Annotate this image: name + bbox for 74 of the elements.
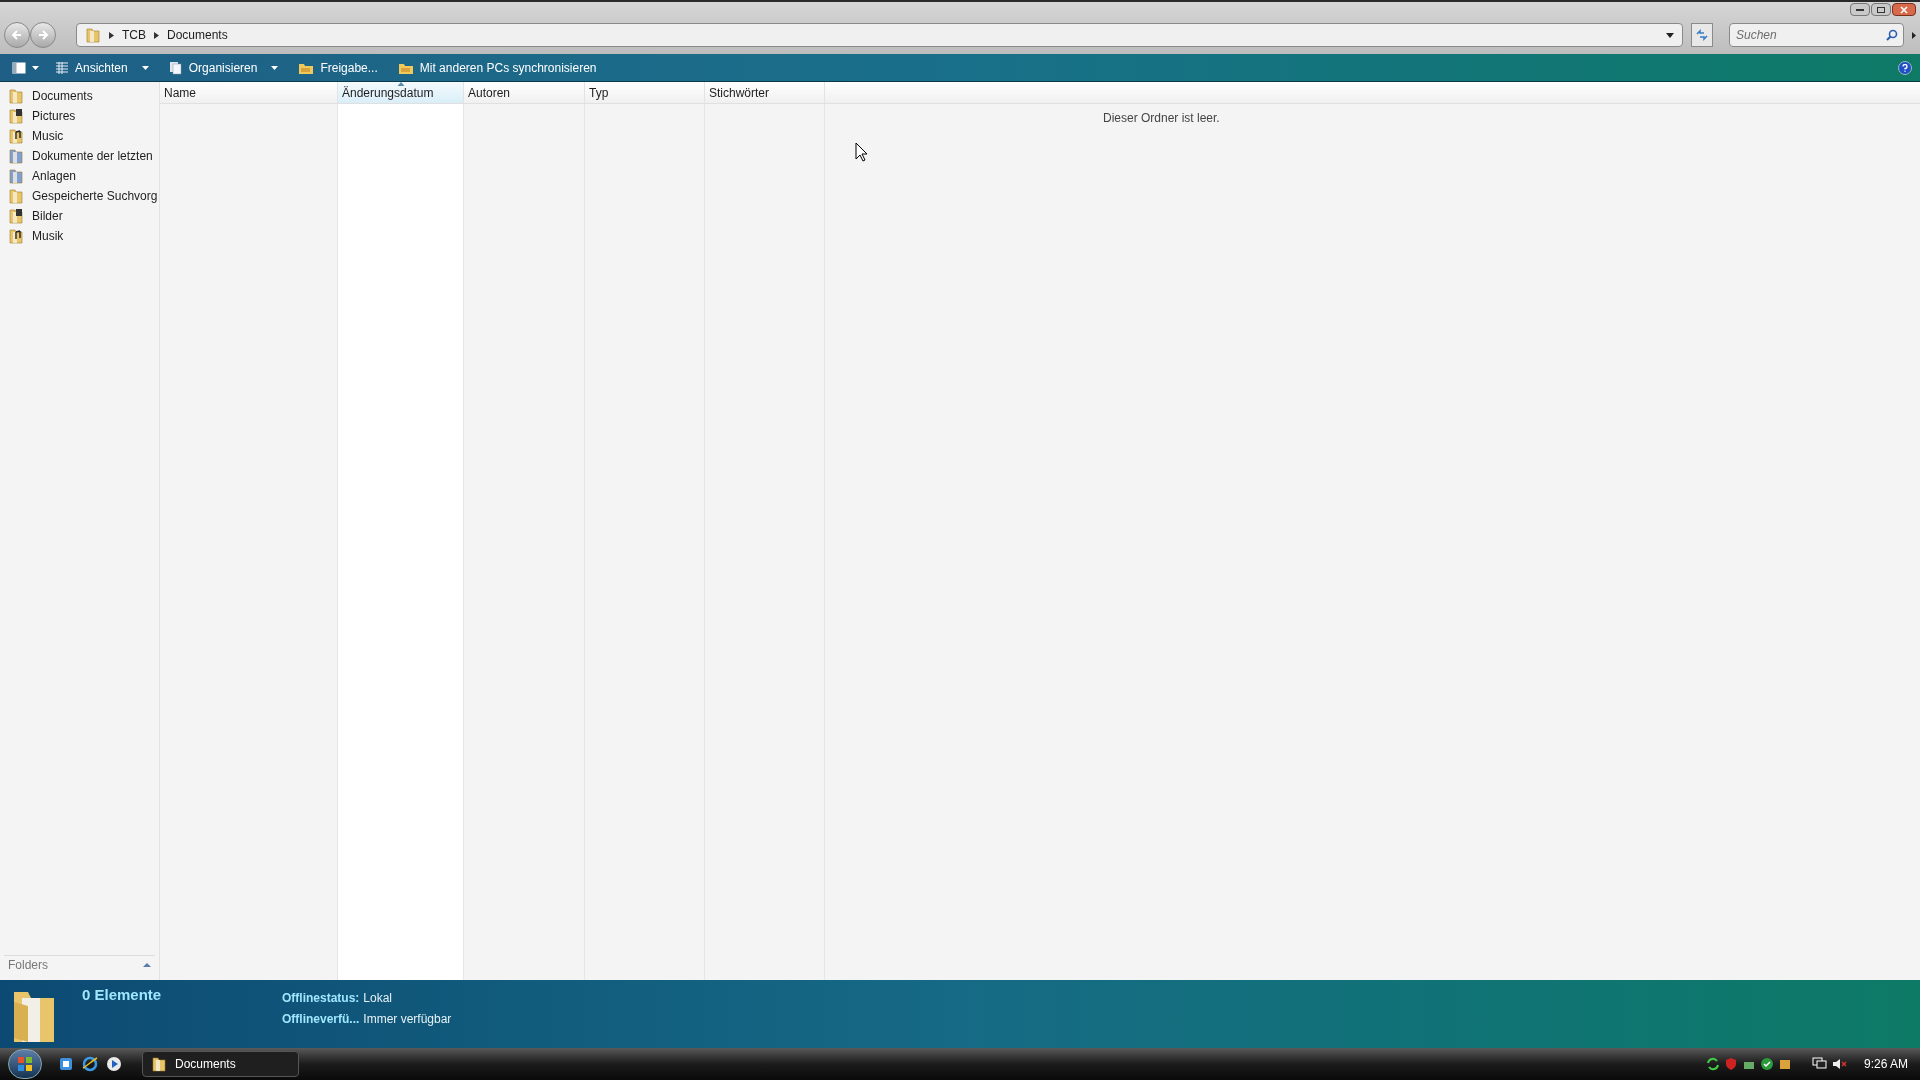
- column-header[interactable]: Stichwörter: [705, 82, 825, 103]
- breadcrumb[interactable]: Documents: [167, 26, 228, 44]
- property-value: Lokal: [363, 990, 394, 1007]
- breadcrumb[interactable]: TCB: [122, 26, 146, 44]
- minimize-button[interactable]: [1850, 3, 1870, 16]
- column-header[interactable]: Autoren: [464, 82, 585, 103]
- clock: 9:26 AM: [1863, 1056, 1908, 1073]
- refresh-button[interactable]: [1691, 23, 1713, 47]
- sidebar-item[interactable]: Bilder: [8, 206, 159, 226]
- speaker-muted-icon: [1831, 1057, 1848, 1071]
- property-value: Immer verfügbar: [363, 1011, 452, 1028]
- chevron-icon: [109, 31, 114, 39]
- sidebar-item[interactable]: Gespeicherte Suchvorg: [8, 186, 159, 206]
- media-player-icon[interactable]: [106, 1056, 122, 1072]
- search-icon: [1886, 29, 1898, 41]
- layout-icon: [12, 61, 26, 74]
- pages-icon: [168, 60, 183, 75]
- toolbar-button[interactable]: Freigabe...: [290, 56, 386, 79]
- toolbar-button[interactable]: Organisieren: [160, 56, 287, 79]
- sidebar-item[interactable]: Musik: [8, 226, 159, 246]
- property-name: Offlineverfü...: [282, 1011, 360, 1028]
- sidebar-item[interactable]: Anlagen: [8, 166, 159, 186]
- folder-icon: [151, 1056, 167, 1072]
- dropdown-arrow-icon: [1666, 32, 1674, 38]
- folder-icon: [85, 27, 101, 43]
- empty-folder-message: Dieser Ordner ist leer.: [1103, 110, 1220, 127]
- special-folder-icon: [8, 148, 24, 164]
- mouse-cursor-icon: [855, 142, 868, 162]
- toolbar-button[interactable]: Ansichten: [47, 56, 157, 79]
- sync-arrows-icon: [1705, 1057, 1720, 1071]
- property-name: Offlinestatus:: [282, 990, 360, 1007]
- shield-icon: [1723, 1057, 1738, 1071]
- taskbar-window-button[interactable]: Documents: [142, 1051, 299, 1077]
- search-field[interactable]: Suchen: [1729, 23, 1904, 47]
- monitors-icon: [1811, 1057, 1828, 1071]
- close-icon: [1900, 5, 1908, 14]
- windows-logo-icon: [17, 1056, 33, 1072]
- caret-icon: [271, 65, 279, 70]
- shield-check-icon: [1759, 1057, 1774, 1071]
- music-folder-icon: [8, 228, 24, 244]
- back-arrow-icon: [11, 29, 23, 41]
- caret-icon: [32, 65, 39, 70]
- caret-up-icon: [143, 963, 151, 967]
- picture-folder-icon: [8, 108, 24, 124]
- restore-button[interactable]: [1871, 3, 1891, 16]
- folder-icon: [8, 88, 24, 104]
- music-folder-icon: [8, 128, 24, 144]
- desktop-switch-icon[interactable]: [58, 1056, 74, 1072]
- column-header[interactable]: Typ: [585, 82, 705, 103]
- address-bar[interactable]: TCB Documents: [76, 23, 1683, 47]
- view-grid-icon: [55, 60, 69, 75]
- question-mark-icon: [1902, 63, 1908, 72]
- toolbar-button[interactable]: Mit anderen PCs synchronisieren: [389, 56, 605, 79]
- forward-button[interactable]: [30, 22, 56, 48]
- chevron-icon: [1912, 31, 1916, 39]
- chevron-icon: [154, 31, 159, 39]
- item-count: 0 Elemente: [82, 985, 163, 1005]
- sidebar-item[interactable]: Documents: [8, 86, 159, 106]
- caret-icon: [141, 65, 149, 70]
- column-header[interactable]: Änderungsdatum: [338, 82, 464, 103]
- back-button[interactable]: [4, 22, 30, 48]
- picture-folder-icon: [8, 208, 24, 224]
- sort-arrow-icon: [397, 82, 404, 86]
- special-folder-icon: [8, 168, 24, 184]
- start-button[interactable]: [8, 1049, 42, 1079]
- sidebar-item[interactable]: Dokumente der letzten: [8, 146, 159, 166]
- folder-icon: [8, 188, 24, 204]
- help-button[interactable]: [1898, 60, 1912, 75]
- forward-arrow-icon: [37, 29, 49, 41]
- close-button[interactable]: [1892, 3, 1916, 16]
- sidebar-item[interactable]: Music: [8, 126, 159, 146]
- sidebar-item[interactable]: Pictures: [8, 106, 159, 126]
- folders-toggle[interactable]: Folders: [4, 955, 155, 974]
- refresh-icon: [1695, 29, 1709, 41]
